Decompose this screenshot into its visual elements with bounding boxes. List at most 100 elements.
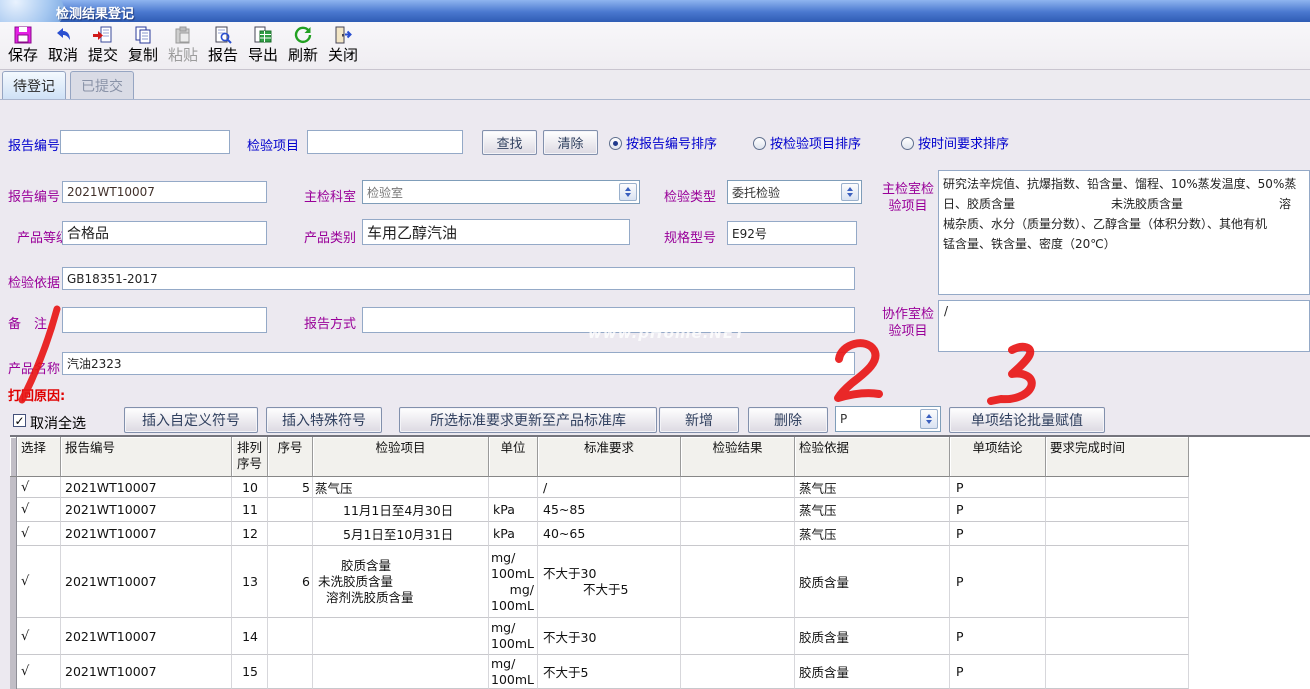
cell-order-no[interactable]: 13	[232, 546, 268, 618]
add-button[interactable]: 新增	[659, 407, 739, 433]
cell-due-time[interactable]	[1046, 477, 1189, 498]
cell-due-time[interactable]	[1046, 546, 1189, 618]
cell-due-time[interactable]	[1046, 618, 1189, 655]
cell-basis[interactable]: 胶质含量	[795, 655, 950, 689]
cell-due-time[interactable]	[1046, 522, 1189, 546]
cell-seq-no[interactable]: 5	[268, 477, 313, 498]
cell-unit[interactable]: mg/ 100mL mg/ 100mL	[489, 546, 538, 618]
cell-basis[interactable]: 蒸气压	[795, 498, 950, 522]
report-button[interactable]: 报告	[203, 22, 243, 68]
col-header-result[interactable]: 检验结果	[681, 437, 795, 477]
col-header-basis[interactable]: 检验依据	[795, 437, 950, 477]
cell-standard[interactable]: 45~85	[538, 498, 681, 522]
combo-spinner-icon[interactable]	[920, 409, 938, 429]
cell-conclusion[interactable]: P	[950, 522, 1046, 546]
cell-report-no[interactable]: 2021WT10007	[61, 498, 232, 522]
insert-custom-symbol-button[interactable]: 插入自定义符号	[124, 407, 258, 433]
inspect-basis-field[interactable]	[62, 267, 855, 290]
cell-report-no[interactable]: 2021WT10007	[61, 477, 232, 498]
cell-order-no[interactable]: 12	[232, 522, 268, 546]
sort-by-report-no-radio[interactable]: 按报告编号排序	[609, 133, 717, 152]
main-items-textarea[interactable]: 研究法辛烷值、抗爆指数、铅含量、馏程、10%蒸发温度、50%蒸 日、胶质含量 未…	[938, 170, 1310, 295]
title-bar[interactable]: 检测结果登记	[0, 0, 1310, 22]
cell-report-no[interactable]: 2021WT10007	[61, 618, 232, 655]
col-header-standard[interactable]: 标准要求	[538, 437, 681, 477]
cell-basis[interactable]: 胶质含量	[795, 618, 950, 655]
coop-items-textarea[interactable]: /	[938, 300, 1310, 352]
cell-select[interactable]: √	[17, 498, 61, 522]
uncheck-all-checkbox[interactable]	[13, 414, 26, 427]
product-grade-field[interactable]	[62, 221, 267, 245]
cell-select[interactable]: √	[17, 618, 61, 655]
col-header-select[interactable]: 选择	[17, 437, 61, 477]
col-header-conclusion[interactable]: 单项结论	[950, 437, 1046, 477]
combo-spinner-icon[interactable]	[841, 183, 859, 201]
cell-order-no[interactable]: 10	[232, 477, 268, 498]
cell-seq-no[interactable]	[268, 498, 313, 522]
search-report-no-input[interactable]	[60, 130, 230, 154]
cell-conclusion[interactable]: P	[950, 477, 1046, 498]
cell-unit[interactable]: kPa	[489, 522, 538, 546]
tab-pending-registration[interactable]: 待登记	[2, 71, 66, 99]
cell-item[interactable]: 5月1日至10月31日	[313, 522, 489, 546]
conclusion-combo[interactable]: P	[835, 406, 941, 432]
refresh-button[interactable]: 刷新	[283, 22, 323, 68]
col-header-unit[interactable]: 单位	[489, 437, 538, 477]
delete-button[interactable]: 删除	[748, 407, 828, 433]
cell-standard[interactable]: 不大于30 不大于5	[538, 546, 681, 618]
col-header-item[interactable]: 检验项目	[313, 437, 489, 477]
cell-conclusion[interactable]: P	[950, 498, 1046, 522]
cell-result[interactable]	[681, 618, 795, 655]
remark-field[interactable]	[62, 307, 267, 333]
batch-assign-button[interactable]: 单项结论批量赋值	[949, 407, 1105, 433]
tab-submitted[interactable]: 已提交	[70, 71, 134, 99]
cell-select[interactable]: √	[17, 655, 61, 689]
paste-button[interactable]: 粘贴	[163, 22, 203, 68]
spec-model-field[interactable]	[727, 221, 857, 245]
export-button[interactable]: 导出	[243, 22, 283, 68]
cell-select[interactable]: √	[17, 546, 61, 618]
search-item-input[interactable]	[307, 130, 463, 154]
cell-standard[interactable]: 不大于30	[538, 618, 681, 655]
table-row[interactable]: √ 2021WT10007 11 11月1日至4月30日 kPa 45~85 蒸…	[10, 498, 1189, 522]
cell-select[interactable]: √	[17, 522, 61, 546]
insert-special-symbol-button[interactable]: 插入特殊符号	[266, 407, 382, 433]
cell-select[interactable]: √	[17, 477, 61, 498]
cell-item[interactable]: 胶质含量 未洗胶质含量 溶剂洗胶质含量	[313, 546, 489, 618]
table-row[interactable]: √ 2021WT10007 13 6 胶质含量 未洗胶质含量 溶剂洗胶质含量 m…	[10, 546, 1189, 618]
cell-result[interactable]	[681, 655, 795, 689]
product-name-field[interactable]	[62, 352, 855, 375]
table-row[interactable]: √ 2021WT10007 14 mg/ 100mL 不大于30 胶质含量 P	[10, 618, 1189, 655]
update-standard-button[interactable]: 所选标准要求更新至产品标准库	[399, 407, 657, 433]
cell-seq-no[interactable]	[268, 655, 313, 689]
table-row[interactable]: √ 2021WT10007 15 mg/ 100mL 不大于5 胶质含量 P	[10, 655, 1189, 689]
save-button[interactable]: 保存	[3, 22, 43, 68]
cell-standard[interactable]: 40~65	[538, 522, 681, 546]
col-header-report-no[interactable]: 报告编号	[61, 437, 232, 477]
sort-by-item-radio[interactable]: 按检验项目排序	[753, 133, 861, 152]
col-header-seq-no[interactable]: 序号	[268, 437, 313, 477]
cell-unit[interactable]	[489, 477, 538, 498]
cell-order-no[interactable]: 14	[232, 618, 268, 655]
cell-order-no[interactable]: 15	[232, 655, 268, 689]
cell-standard[interactable]: 不大于5	[538, 655, 681, 689]
cell-report-no[interactable]: 2021WT10007	[61, 522, 232, 546]
cell-basis[interactable]: 蒸气压	[795, 522, 950, 546]
cell-basis[interactable]: 胶质含量	[795, 546, 950, 618]
combo-spinner-icon[interactable]	[619, 183, 637, 201]
find-button[interactable]: 查找	[482, 130, 537, 155]
undo-button[interactable]: 取消	[43, 22, 83, 68]
cell-report-no[interactable]: 2021WT10007	[61, 546, 232, 618]
col-header-order-no[interactable]: 排列序号	[232, 437, 268, 477]
cell-standard[interactable]: /	[538, 477, 681, 498]
copy-button[interactable]: 复制	[123, 22, 163, 68]
cell-unit[interactable]: mg/ 100mL	[489, 618, 538, 655]
cell-result[interactable]	[681, 477, 795, 498]
submit-button[interactable]: 提交	[83, 22, 123, 68]
cell-unit[interactable]: mg/ 100mL	[489, 655, 538, 689]
cell-order-no[interactable]: 11	[232, 498, 268, 522]
col-header-due-time[interactable]: 要求完成时间	[1046, 437, 1189, 477]
cell-item[interactable]: 11月1日至4月30日	[313, 498, 489, 522]
cell-basis[interactable]: 蒸气压	[795, 477, 950, 498]
product-type-field[interactable]	[362, 219, 630, 245]
